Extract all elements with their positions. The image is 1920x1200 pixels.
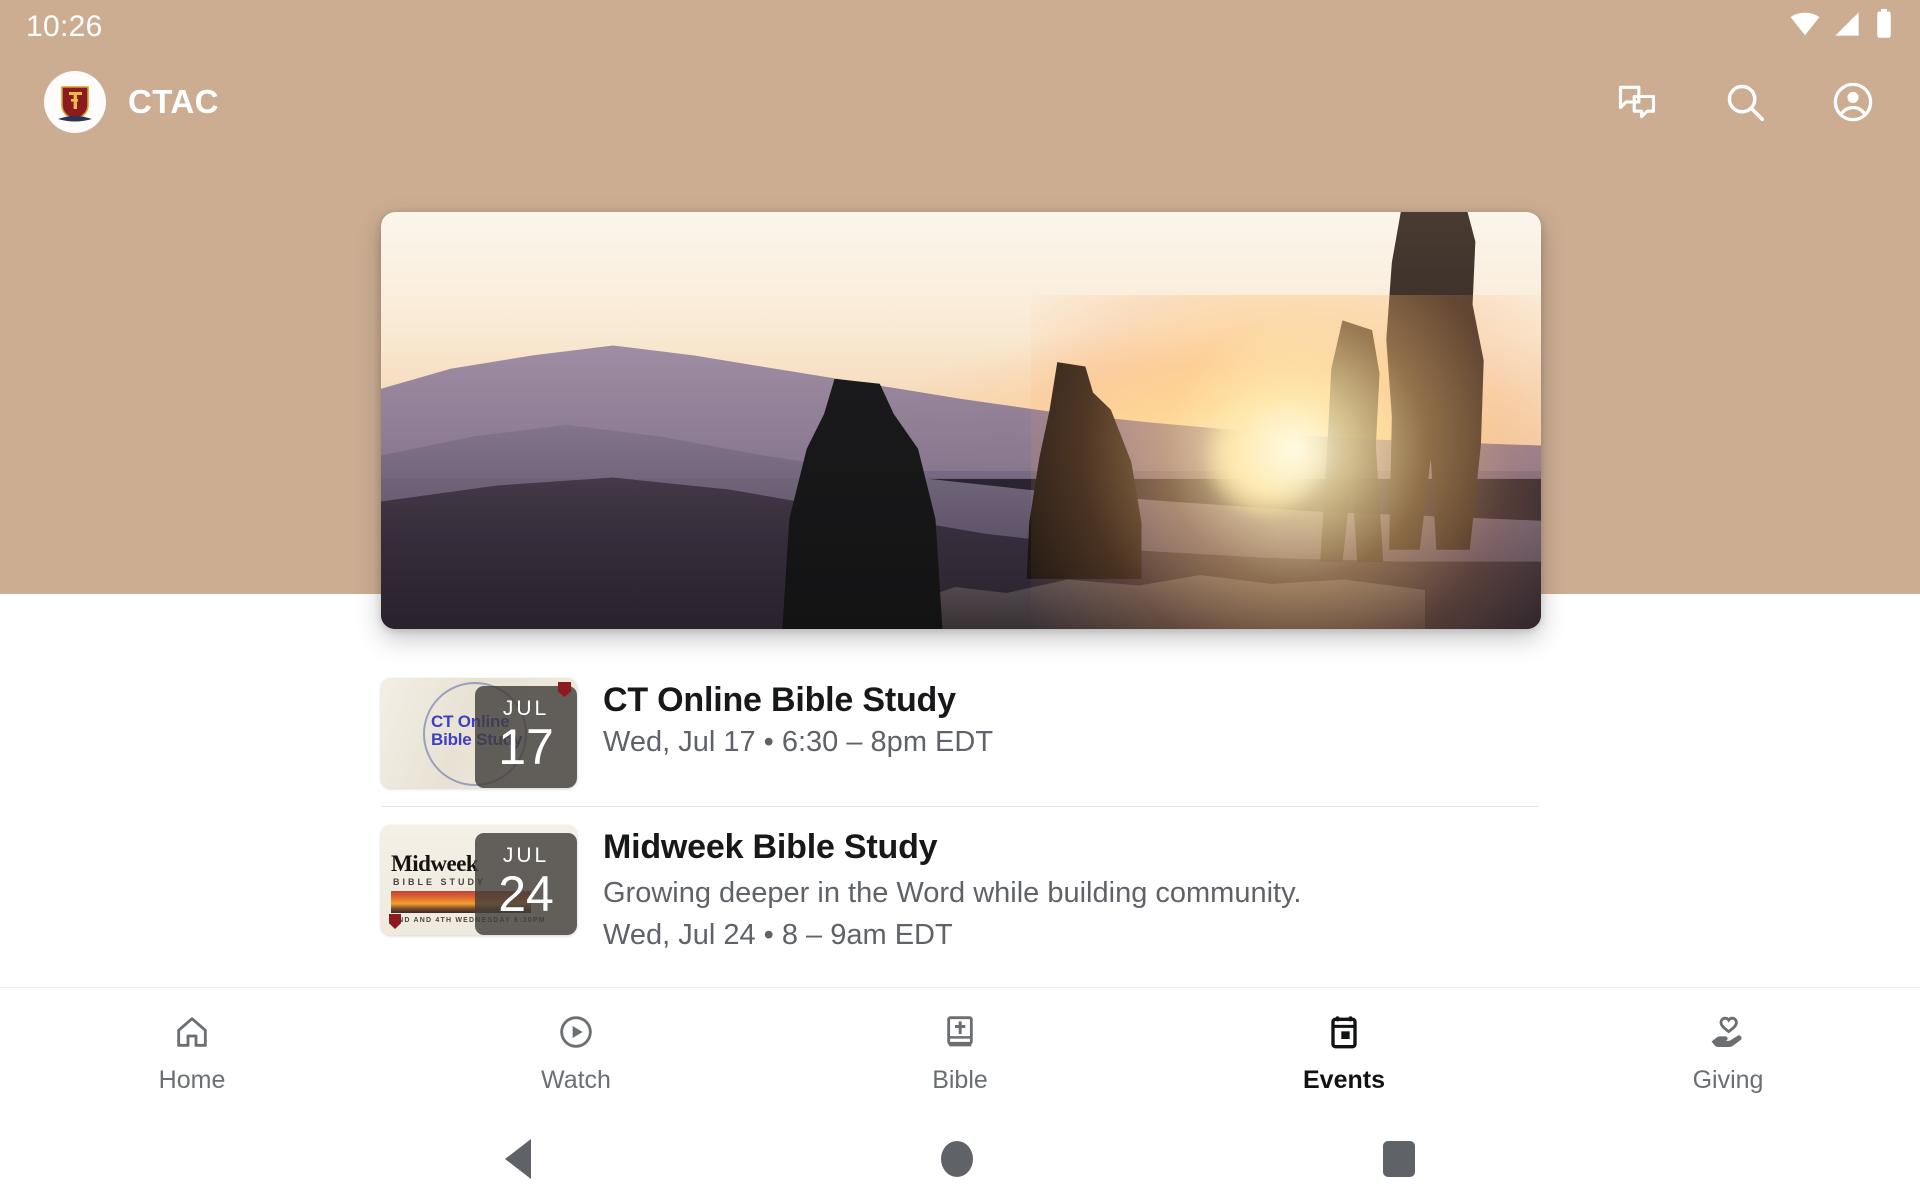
event-title: Midweek Bible Study bbox=[603, 828, 938, 866]
wifi-icon bbox=[1790, 9, 1820, 44]
event-meta: Wed, Jul 17 • 6:30 – 8pm EDT bbox=[603, 726, 994, 759]
brand[interactable]: CTAC bbox=[44, 71, 219, 133]
nav-item-home[interactable]: Home bbox=[0, 1011, 384, 1095]
thumb-text-line1: Midweek bbox=[391, 851, 479, 876]
event-thumbnail: Midweek BIBLE STUDY 2ND AND 4TH WEDNESDA… bbox=[381, 825, 577, 935]
list-item[interactable]: CT Online Bible Study JUL 17 CT Online B… bbox=[381, 660, 1539, 806]
hand-heart-icon bbox=[1707, 1011, 1749, 1053]
app-bar-actions bbox=[1608, 73, 1882, 131]
battery-icon bbox=[1874, 8, 1894, 44]
date-badge: JUL 17 bbox=[475, 686, 577, 788]
status-bar: 10:26 bbox=[0, 0, 1920, 52]
event-thumbnail: CT Online Bible Study JUL 17 bbox=[381, 678, 577, 788]
back-triangle-icon[interactable] bbox=[505, 1138, 531, 1179]
nav-label: Home bbox=[158, 1065, 226, 1094]
nav-item-bible[interactable]: Bible bbox=[768, 1011, 1152, 1095]
nav-label: Events bbox=[1303, 1065, 1385, 1094]
nav-label: Giving bbox=[1692, 1065, 1764, 1094]
recents-square-icon[interactable] bbox=[1383, 1140, 1415, 1177]
app-title: CTAC bbox=[128, 83, 219, 120]
home-icon bbox=[172, 1011, 212, 1053]
status-clock: 10:26 bbox=[26, 10, 103, 43]
cellular-signal-icon bbox=[1833, 10, 1861, 43]
hero-artwork bbox=[381, 212, 1541, 629]
chat-icon[interactable] bbox=[1608, 73, 1666, 131]
badge-month: JUL bbox=[502, 844, 550, 867]
nav-item-events[interactable]: Events bbox=[1152, 1011, 1536, 1095]
badge-day: 24 bbox=[498, 866, 554, 922]
app-screen: 10:26 CTAC CT Online Bible JUL 17 CT Onl… bbox=[0, 0, 1920, 1200]
list-item[interactable]: Midweek BIBLE STUDY 2ND AND 4TH WEDNESDA… bbox=[381, 807, 1539, 972]
event-title: CT Online Bible Study bbox=[603, 681, 956, 719]
account-circle-icon[interactable] bbox=[1824, 73, 1882, 131]
event-meta: Wed, Jul 24 • 8 – 9am EDT bbox=[603, 918, 953, 951]
crest-icon bbox=[389, 914, 401, 929]
nav-item-watch[interactable]: Watch bbox=[384, 1011, 768, 1095]
event-body: Midweek Bible Study Growing deeper in th… bbox=[603, 825, 1302, 954]
featured-banner-image[interactable] bbox=[381, 212, 1541, 629]
badge-day: 17 bbox=[498, 719, 554, 775]
ctac-crest-logo-icon bbox=[44, 71, 106, 133]
system-navigation-bar bbox=[0, 1117, 1920, 1200]
bible-book-icon bbox=[940, 1011, 980, 1053]
events-list: CT Online Bible Study JUL 17 CT Online B… bbox=[0, 660, 1920, 972]
nav-label: Bible bbox=[932, 1065, 988, 1094]
app-bar: CTAC bbox=[0, 52, 1920, 152]
play-circle-icon bbox=[556, 1011, 596, 1053]
status-icon-group bbox=[1790, 8, 1894, 44]
date-badge: JUL 24 bbox=[475, 833, 577, 935]
nav-label: Watch bbox=[541, 1065, 611, 1094]
home-circle-icon[interactable] bbox=[941, 1140, 973, 1177]
event-body: CT Online Bible Study Wed, Jul 17 • 6:30… bbox=[603, 678, 993, 762]
badge-month: JUL bbox=[502, 697, 550, 720]
search-icon[interactable] bbox=[1716, 73, 1774, 131]
nav-item-giving[interactable]: Giving bbox=[1536, 1011, 1920, 1095]
event-description: Growing deeper in the Word while buildin… bbox=[603, 877, 1302, 910]
calendar-icon bbox=[1324, 1011, 1364, 1053]
thumb-text-line2: BIBLE STUDY bbox=[393, 877, 487, 887]
bottom-navigation: Home Watch Bible Events Giving bbox=[0, 987, 1920, 1117]
